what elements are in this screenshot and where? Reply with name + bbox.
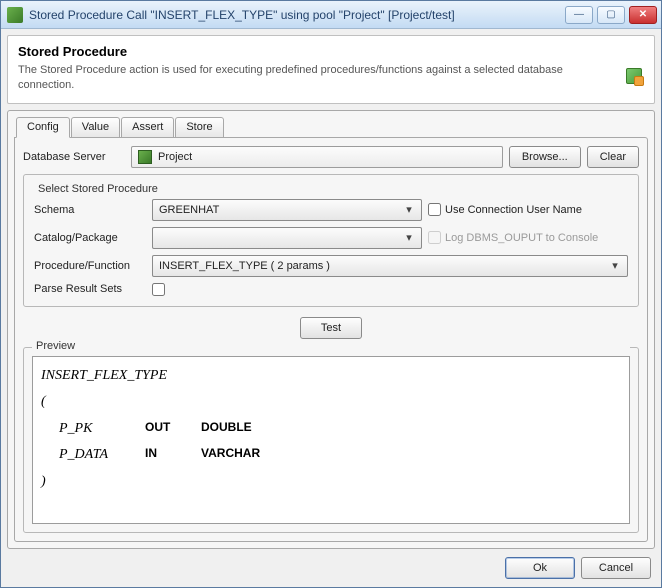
tabstrip: Config Value Assert Store [14,117,648,138]
client-area: Stored Procedure The Stored Procedure ac… [1,29,661,587]
test-button[interactable]: Test [300,317,362,339]
preview-text[interactable]: INSERT_FLEX_TYPE ( P_PK OUT DOUBLE P_DAT… [32,356,630,524]
window-buttons: — ▢ ✕ [565,6,657,24]
database-server-value: Project [158,151,192,163]
tab-config[interactable]: Config [16,117,70,138]
clear-button[interactable]: Clear [587,146,639,168]
preview-param-type: DOUBLE [201,416,252,443]
preview-proc-name: INSERT_FLEX_TYPE [41,363,621,390]
tab-value[interactable]: Value [71,117,120,138]
schema-value: GREENHAT [159,204,219,216]
titlebar[interactable]: Stored Procedure Call "INSERT_FLEX_TYPE"… [1,1,661,29]
preview-param-type: VARCHAR [201,442,260,469]
minimize-button[interactable]: — [565,6,593,24]
log-dbms-output-label: Log DBMS_OUPUT to Console [445,232,598,244]
catalog-row: Catalog/Package ▾ Log DBMS_OUPUT to Cons… [34,227,628,249]
preview-group: Preview INSERT_FLEX_TYPE ( P_PK OUT DOUB… [23,347,639,533]
schema-label: Schema [34,204,146,216]
schema-combo[interactable]: GREENHAT ▾ [152,199,422,221]
tabs-container: Config Value Assert Store Database Serve… [7,110,655,549]
chevron-down-icon: ▾ [607,259,623,272]
preview-param-row: P_DATA IN VARCHAR [41,442,621,469]
database-server-row: Database Server Project Browse... Clear [23,146,639,168]
procedure-label: Procedure/Function [34,260,146,272]
preview-close-paren: ) [41,469,621,496]
database-server-field[interactable]: Project [131,146,503,168]
close-button[interactable]: ✕ [629,6,657,24]
use-connection-user-name-input[interactable] [428,203,441,216]
dialog-footer: Ok Cancel [7,549,655,581]
header-panel: Stored Procedure The Stored Procedure ac… [7,35,655,104]
app-icon [7,7,23,23]
use-connection-user-name-checkbox[interactable]: Use Connection User Name [428,203,582,216]
select-stored-procedure-legend: Select Stored Procedure [34,183,162,195]
preview-param-row: P_PK OUT DOUBLE [41,416,621,443]
preview-param-name: P_PK [59,416,129,443]
window-title: Stored Procedure Call "INSERT_FLEX_TYPE"… [29,8,565,22]
database-server-label: Database Server [23,151,125,163]
procedure-value: INSERT_FLEX_TYPE ( 2 params ) [159,260,330,272]
log-dbms-output-input [428,231,441,244]
chevron-down-icon: ▾ [401,203,417,216]
parse-result-sets-label: Parse Result Sets [34,283,146,295]
use-connection-user-name-label: Use Connection User Name [445,204,582,216]
page-description: The Stored Procedure action is used for … [18,63,578,93]
log-dbms-output-checkbox: Log DBMS_OUPUT to Console [428,231,598,244]
project-icon [138,150,152,164]
schema-row: Schema GREENHAT ▾ Use Connection User Na… [34,199,628,221]
catalog-label: Catalog/Package [34,232,146,244]
cancel-button[interactable]: Cancel [581,557,651,579]
preview-param-dir: OUT [145,416,185,443]
tab-store[interactable]: Store [175,117,223,138]
preview-param-name: P_DATA [59,442,129,469]
catalog-combo[interactable]: ▾ [152,227,422,249]
chevron-down-icon: ▾ [401,231,417,244]
select-stored-procedure-group: Select Stored Procedure Schema GREENHAT … [23,174,639,307]
parse-result-sets-row: Parse Result Sets [34,283,628,296]
test-row: Test [23,317,639,339]
browse-button[interactable]: Browse... [509,146,581,168]
stored-procedure-icon [626,68,642,84]
dialog-window: Stored Procedure Call "INSERT_FLEX_TYPE"… [0,0,662,588]
tabpane-config: Database Server Project Browse... Clear … [14,137,648,542]
parse-result-sets-checkbox[interactable] [152,283,165,296]
procedure-combo[interactable]: INSERT_FLEX_TYPE ( 2 params ) ▾ [152,255,628,277]
tab-assert[interactable]: Assert [121,117,174,138]
maximize-button[interactable]: ▢ [597,6,625,24]
procedure-row: Procedure/Function INSERT_FLEX_TYPE ( 2 … [34,255,628,277]
preview-legend: Preview [32,340,630,352]
preview-open-paren: ( [41,389,621,416]
page-title: Stored Procedure [18,44,644,59]
ok-button[interactable]: Ok [505,557,575,579]
preview-param-dir: IN [145,442,185,469]
